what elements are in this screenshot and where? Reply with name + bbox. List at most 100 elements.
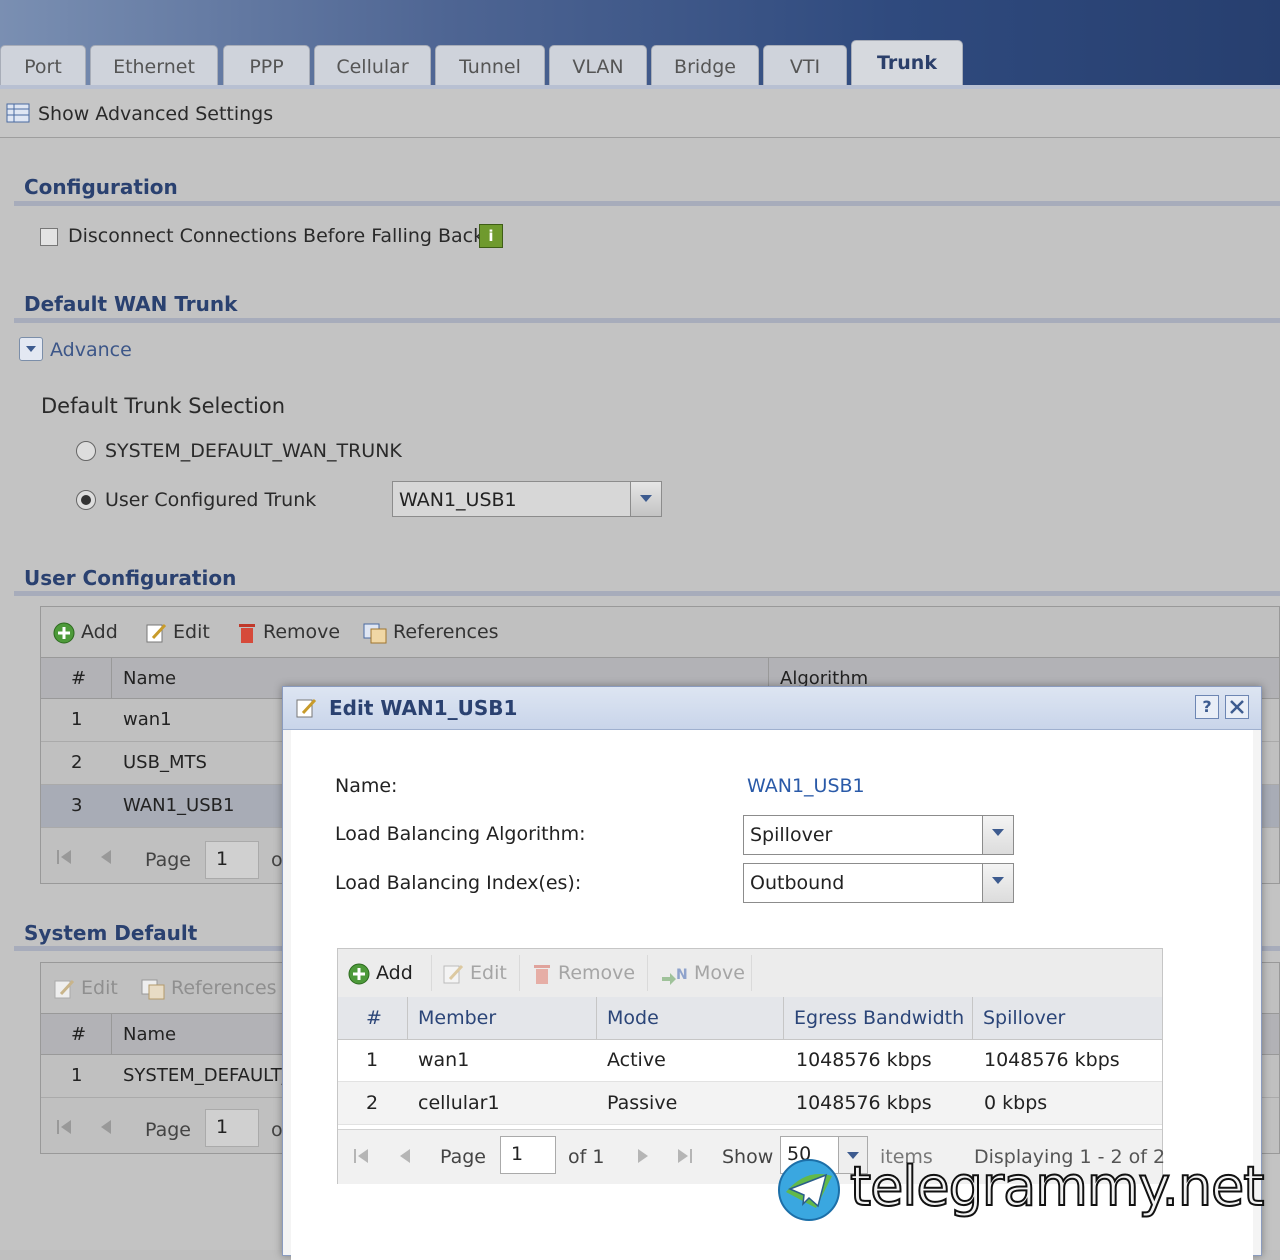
of-pages-label: of 1: [568, 1146, 605, 1168]
index-select[interactable]: Outbound: [743, 863, 1014, 903]
member-remove-button[interactable]: Remove: [524, 955, 648, 991]
page-input[interactable]: 1: [205, 1109, 259, 1147]
chevron-down-icon[interactable]: [630, 482, 661, 516]
close-icon[interactable]: [1225, 695, 1249, 719]
last-page-icon[interactable]: [674, 1146, 694, 1166]
user-trunk-select[interactable]: WAN1_USB1: [392, 481, 662, 517]
members-grid: Add Edit Remove N Move # Member Mode Egre…: [337, 948, 1165, 1184]
tab-tunnel[interactable]: Tunnel: [435, 45, 545, 85]
col-num: #: [71, 1024, 87, 1045]
prev-page-icon[interactable]: [97, 1117, 115, 1137]
row-spillover: 0 kbps: [984, 1092, 1048, 1114]
add-icon: [53, 622, 75, 643]
name-value: WAN1_USB1: [747, 775, 865, 797]
references-icon: [141, 979, 165, 999]
page-label: Page: [145, 1119, 191, 1141]
col-name[interactable]: Name: [123, 1024, 176, 1045]
edit-button-disabled[interactable]: Edit: [53, 977, 118, 1000]
col-spillover[interactable]: Spillover: [973, 997, 1162, 1039]
references-icon: [363, 623, 387, 643]
row-name: wan1: [123, 709, 172, 730]
member-row[interactable]: 2 cellular1 Passive 1048576 kbps 0 kbps: [338, 1082, 1162, 1125]
row-member: cellular1: [418, 1092, 500, 1114]
edit-button[interactable]: Edit: [145, 621, 210, 644]
page-label: Page: [440, 1146, 486, 1168]
user-configured-radio[interactable]: [76, 490, 96, 510]
member-move-button[interactable]: N Move: [652, 955, 752, 991]
user-trunk-select-value: WAN1_USB1: [399, 489, 517, 511]
page-input[interactable]: 1: [205, 841, 259, 879]
chevron-down-icon[interactable]: [982, 816, 1013, 854]
members-toolbar: Add Edit Remove N Move: [338, 949, 1162, 998]
col-member[interactable]: Member: [408, 997, 597, 1039]
section-divider: [14, 591, 1280, 596]
first-page-icon[interactable]: [55, 1117, 75, 1137]
disconnect-label: Disconnect Connections Before Falling Ba…: [68, 225, 485, 247]
user-configuration-title: User Configuration: [24, 566, 237, 590]
tab-ppp[interactable]: PPP: [223, 45, 310, 85]
advance-toggle[interactable]: Advance: [50, 339, 132, 361]
edit-icon: [443, 964, 464, 983]
dialog-title: Edit WAN1_USB1: [329, 696, 518, 720]
telegram-logo: [778, 1159, 840, 1221]
edit-icon: [54, 979, 75, 998]
tab-trunk[interactable]: Trunk: [851, 40, 963, 86]
member-edit-button[interactable]: Edit: [434, 955, 520, 991]
chevron-down-icon[interactable]: [19, 337, 43, 361]
table-icon[interactable]: [6, 103, 30, 127]
tab-cellular[interactable]: Cellular: [314, 45, 431, 85]
row-member: wan1: [418, 1049, 470, 1071]
edit-icon: [296, 698, 317, 718]
row-egress: 1048576 kbps: [796, 1049, 932, 1071]
column-divider: [111, 1014, 112, 1054]
col-egress-bandwidth[interactable]: Egress Bandwidth: [784, 997, 973, 1039]
member-add-button[interactable]: Add: [340, 955, 432, 991]
info-icon[interactable]: i: [479, 224, 503, 248]
col-num: #: [338, 997, 408, 1039]
chevron-down-icon[interactable]: [982, 864, 1013, 902]
algorithm-label: Load Balancing Algorithm:: [335, 823, 586, 845]
tab-port[interactable]: Port: [0, 45, 86, 85]
of-pages-label: o: [271, 849, 283, 871]
edit-icon: [146, 623, 167, 642]
watermark-text: telegrammy.net: [849, 1154, 1265, 1219]
add-button[interactable]: Add: [53, 621, 118, 644]
dialog-titlebar[interactable]: Edit WAN1_USB1 ?: [283, 687, 1261, 730]
page-input[interactable]: 1: [500, 1136, 556, 1174]
help-icon[interactable]: ?: [1195, 695, 1219, 719]
system-default-title: System Default: [24, 921, 198, 945]
first-page-icon[interactable]: [55, 847, 75, 867]
row-num: 1: [366, 1049, 379, 1071]
section-divider: [14, 318, 1280, 323]
row-egress: 1048576 kbps: [796, 1092, 932, 1114]
row-mode: Active: [607, 1049, 666, 1071]
name-label: Name:: [335, 775, 398, 797]
row-num: 1: [71, 1065, 83, 1086]
col-name[interactable]: Name: [123, 668, 176, 689]
member-row[interactable]: 1 wan1 Active 1048576 kbps 1048576 kbps: [338, 1039, 1162, 1082]
references-button-disabled[interactable]: References: [141, 977, 277, 1000]
col-mode[interactable]: Mode: [597, 997, 784, 1039]
tab-vlan[interactable]: VLAN: [549, 45, 647, 85]
references-button[interactable]: References: [363, 621, 499, 644]
section-divider: [14, 201, 1280, 206]
configuration-title: Configuration: [24, 175, 178, 199]
next-page-icon[interactable]: [634, 1146, 652, 1166]
system-default-radio[interactable]: [76, 441, 96, 461]
row-num: 2: [71, 752, 83, 773]
trash-icon: [534, 964, 550, 984]
remove-button[interactable]: Remove: [237, 621, 340, 644]
tab-vti[interactable]: VTI: [763, 45, 847, 85]
add-icon: [348, 963, 370, 984]
tab-bridge[interactable]: Bridge: [651, 45, 759, 85]
tab-ethernet[interactable]: Ethernet: [90, 45, 218, 85]
algorithm-select[interactable]: Spillover: [743, 815, 1014, 855]
show-advanced-settings-link[interactable]: Show Advanced Settings: [38, 103, 273, 125]
col-num: #: [71, 668, 87, 689]
default-wan-trunk-title: Default WAN Trunk: [24, 292, 238, 316]
disconnect-checkbox[interactable]: [40, 228, 58, 246]
row-name: SYSTEM_DEFAULT_: [123, 1065, 291, 1086]
first-page-icon[interactable]: [352, 1146, 372, 1166]
prev-page-icon[interactable]: [396, 1146, 414, 1166]
prev-page-icon[interactable]: [97, 847, 115, 867]
